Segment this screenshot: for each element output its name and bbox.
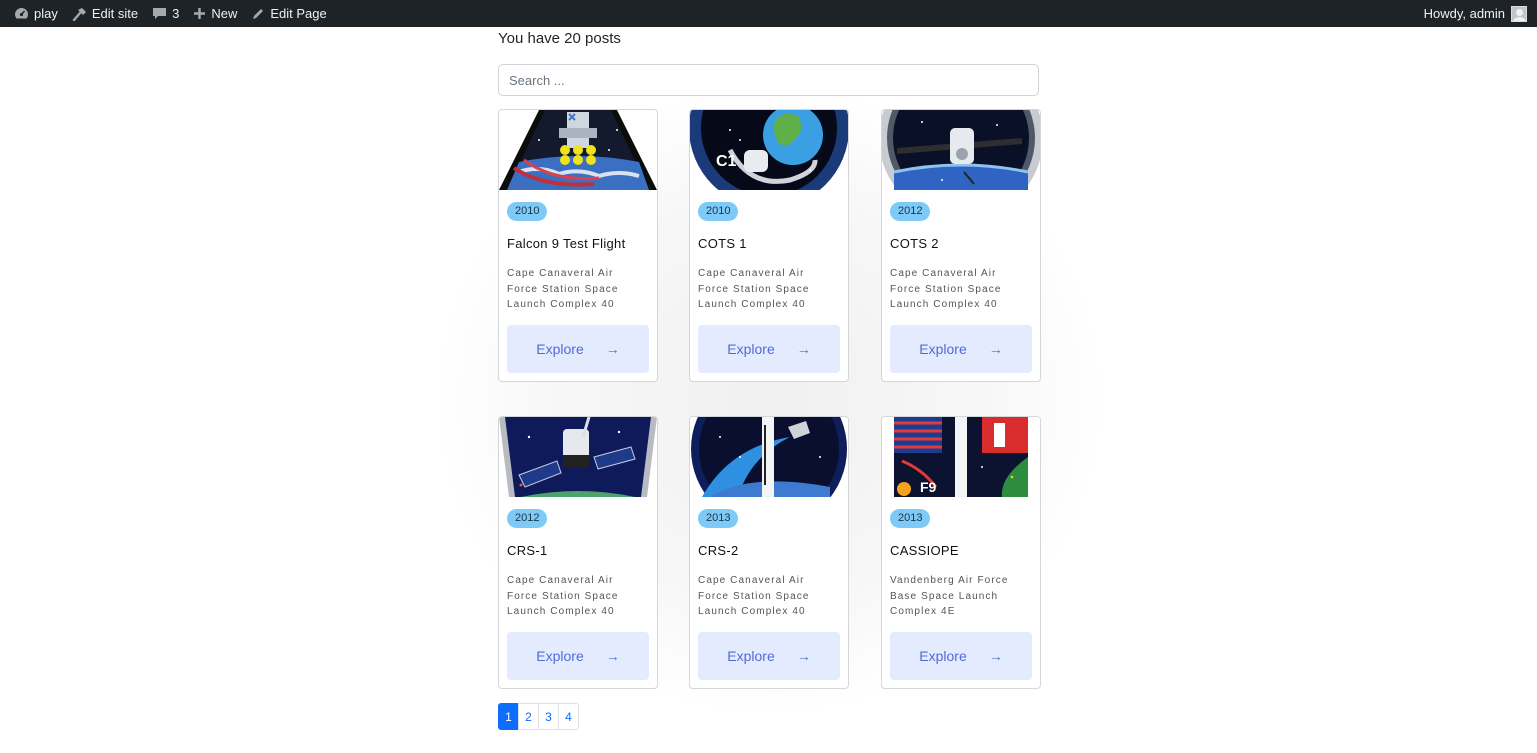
launch-site: Cape Canaveral Air Force Station Space L…: [698, 268, 810, 311]
post-card: 2012 COTS 2 Cape Canaveral Air Force Sta…: [881, 109, 1041, 382]
explore-button[interactable]: Explore →: [890, 325, 1032, 373]
arrow-right-icon: →: [605, 648, 620, 664]
arrow-right-icon: →: [796, 341, 811, 357]
site-name: play: [34, 6, 58, 21]
plus-icon: [194, 8, 206, 19]
explore-label: Explore: [536, 341, 584, 357]
crs2-patch-icon: [690, 417, 848, 497]
comment-icon: [153, 7, 167, 19]
year-badge: 2012: [507, 509, 548, 528]
arrow-right-icon: →: [988, 648, 1003, 664]
dashboard-icon: [15, 8, 28, 19]
edit-page-label: Edit Page: [270, 6, 327, 21]
explore-button[interactable]: Explore →: [698, 325, 840, 373]
avatar: [1511, 5, 1527, 22]
explore-button[interactable]: Explore →: [698, 632, 840, 680]
year-badge: 2013: [698, 509, 739, 528]
pencil-icon: [253, 8, 264, 19]
explore-label: Explore: [727, 648, 775, 664]
cassiope-patch-icon: F9: [882, 417, 1040, 497]
launch-site: Cape Canaveral Air Force Station Space L…: [507, 268, 619, 311]
explore-button[interactable]: Explore →: [890, 632, 1032, 680]
comments-count: 3: [172, 6, 180, 21]
launch-site: Cape Canaveral Air Force Station Space L…: [890, 268, 1002, 311]
posts-count: You have 20 posts: [498, 30, 621, 47]
my-account-menu[interactable]: Howdy, admin: [1417, 0, 1527, 27]
year-badge: 2010: [698, 202, 739, 221]
patch-text: C1: [716, 153, 737, 170]
page-link-1[interactable]: 1: [498, 703, 519, 730]
post-title[interactable]: CRS-2: [698, 543, 739, 558]
howdy-text: Howdy, admin: [1423, 6, 1505, 21]
arrow-right-icon: →: [796, 648, 811, 664]
post-card: 2010 Falcon 9 Test Flight Cape Canaveral…: [498, 109, 658, 382]
post-title[interactable]: COTS 1: [698, 236, 747, 251]
edit-site-label: Edit site: [91, 6, 139, 21]
post-card: F9 2013 CASSIOPE Vandenberg Air Force Ba…: [881, 416, 1041, 689]
arrow-right-icon: →: [988, 341, 1003, 357]
comments-link[interactable]: 3: [145, 0, 186, 27]
explore-button[interactable]: Explore →: [507, 325, 649, 373]
page-link-4[interactable]: 4: [558, 703, 579, 730]
year-badge: 2013: [890, 509, 931, 528]
post-card: 2013 CRS-2 Cape Canaveral Air Force Stat…: [689, 416, 849, 689]
explore-label: Explore: [919, 648, 967, 664]
year-badge: 2012: [890, 202, 931, 221]
edit-page-link[interactable]: Edit Page: [244, 0, 333, 27]
admin-bar: play Edit site 3 New Edit Page Howdy, ad…: [0, 0, 1537, 27]
launch-site: Vandenberg Air Force Base Space Launch C…: [890, 575, 1009, 618]
launch-site: Cape Canaveral Air Force Station Space L…: [507, 575, 619, 618]
site-menu[interactable]: play: [0, 0, 65, 27]
search-input[interactable]: [498, 64, 1039, 96]
new-label: New: [211, 6, 238, 21]
edit-site-link[interactable]: Edit site: [65, 0, 145, 27]
post-title[interactable]: COTS 2: [890, 236, 939, 251]
explore-label: Explore: [727, 341, 775, 357]
explore-button[interactable]: Explore →: [507, 632, 649, 680]
page-link-3[interactable]: 3: [538, 703, 559, 730]
cots2-patch-icon: [882, 110, 1040, 190]
page-link-2[interactable]: 2: [518, 703, 539, 730]
falcon9-patch-icon: [499, 110, 657, 190]
year-badge: 2010: [507, 202, 548, 221]
explore-label: Explore: [919, 341, 967, 357]
patch-text: F9: [920, 479, 937, 495]
crs1-patch-icon: [499, 417, 657, 497]
new-content-link[interactable]: New: [186, 0, 244, 27]
post-title[interactable]: Falcon 9 Test Flight: [507, 236, 625, 251]
explore-label: Explore: [536, 648, 584, 664]
post-title[interactable]: CASSIOPE: [890, 543, 959, 558]
cots1-patch-icon: C1: [690, 110, 848, 190]
post-card: 2012 CRS-1 Cape Canaveral Air Force Stat…: [498, 416, 658, 689]
arrow-right-icon: →: [605, 341, 620, 357]
launch-site: Cape Canaveral Air Force Station Space L…: [698, 575, 810, 618]
post-title[interactable]: CRS-1: [507, 543, 548, 558]
post-card: C1 2010 COTS 1 Cape Canaveral Air Force …: [689, 109, 849, 382]
pagination: 1 2 3 4: [498, 703, 579, 730]
hammer-icon: [72, 7, 86, 21]
